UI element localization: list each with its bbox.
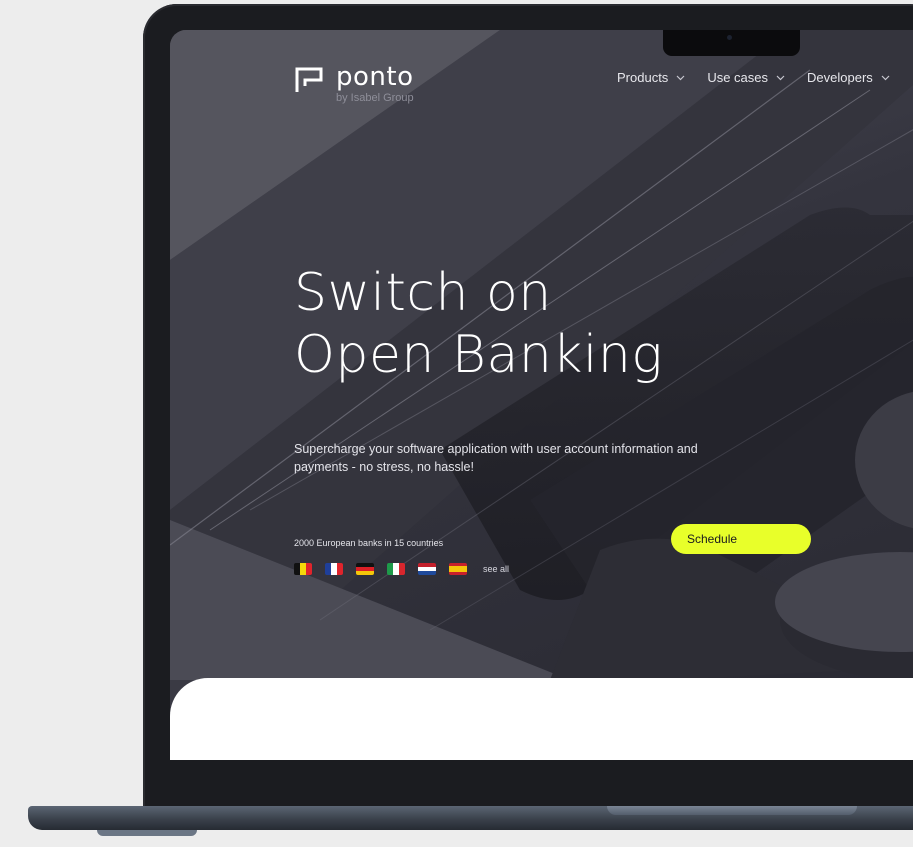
schedule-button[interactable]: Schedule <box>671 524 811 554</box>
germany-flag-icon <box>356 563 374 575</box>
france-flag-icon <box>325 563 343 575</box>
nav-item-label: Developers <box>807 70 873 85</box>
brand-tagline: by Isabel Group <box>336 92 414 104</box>
nav-item-developers[interactable]: Developers <box>807 70 890 85</box>
chevron-down-icon <box>676 75 685 80</box>
camera-notch <box>663 30 800 56</box>
headline-line-1: Switch on <box>294 263 552 323</box>
laptop-bezel-bottom <box>150 760 913 806</box>
headline-line-2: Open Banking <box>294 325 664 385</box>
nav-item-products[interactable]: Products <box>617 70 685 85</box>
bank-coverage-text: 2000 European banks in 15 countries <box>294 538 444 548</box>
belgium-flag-icon <box>294 563 312 575</box>
ponto-logo-icon <box>295 67 323 92</box>
nav-item-label: Products <box>617 70 669 85</box>
brand-name: ponto <box>336 62 414 92</box>
see-all-link[interactable]: see all <box>483 564 509 574</box>
netherlands-flag-icon <box>418 563 436 575</box>
country-flags: see all <box>294 563 509 575</box>
device-mockup: ponto by Isabel Group Products Use cases… <box>0 0 913 847</box>
nav-item-use-cases[interactable]: Use cases <box>707 70 785 85</box>
laptop-screen: ponto by Isabel Group Products Use cases… <box>170 30 913 760</box>
chevron-down-icon <box>881 75 890 80</box>
main-nav: Products Use cases Developers <box>617 70 890 85</box>
content-panel <box>170 678 913 760</box>
logo-text: ponto by Isabel Group <box>336 64 414 104</box>
hero-headline: Switch on Open Banking <box>294 262 663 386</box>
hero-section: ponto by Isabel Group Products Use cases… <box>170 30 913 680</box>
spain-flag-icon <box>449 563 467 575</box>
camera-icon <box>727 35 732 40</box>
ponto-logo[interactable]: ponto by Isabel Group <box>294 64 414 104</box>
nav-item-label: Use cases <box>707 70 769 85</box>
chevron-down-icon <box>776 75 785 80</box>
italy-flag-icon <box>387 563 405 575</box>
laptop-base-notch <box>607 806 857 815</box>
hero-subtitle: Supercharge your software application wi… <box>294 442 698 474</box>
laptop-foot <box>97 830 197 836</box>
